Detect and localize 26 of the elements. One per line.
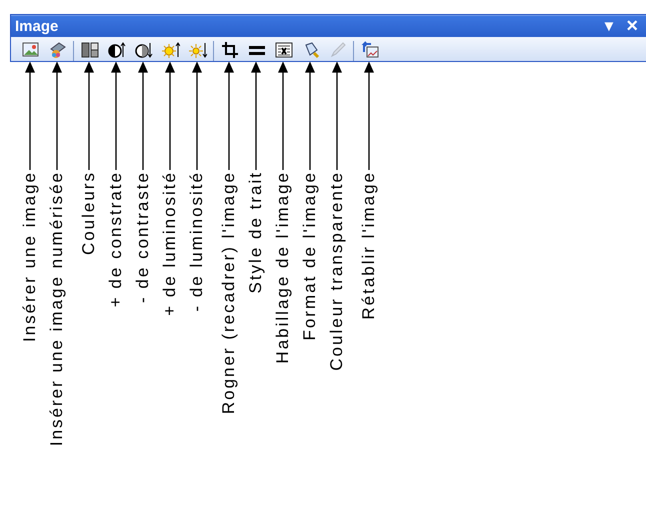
tool-caption: Style de trait: [246, 171, 264, 294]
tool-caption: Rogner (recadrer) l'image: [220, 171, 238, 414]
tool-caption: Insérer une image numérisée: [48, 171, 66, 446]
tool-caption: - de contraste: [134, 171, 152, 303]
color-squares-icon: [80, 41, 98, 59]
brightness-up-icon: [162, 41, 180, 59]
contrast-down-icon: [134, 41, 152, 59]
brightness-down-icon: [188, 41, 206, 59]
tool-caption: + de luminosité: [160, 171, 178, 316]
reset-picture-icon: [360, 41, 378, 59]
tool-caption: Couleurs: [80, 171, 98, 256]
tool-caption: Format de l'image: [300, 171, 318, 341]
tool-caption: Habillage de l'image: [274, 171, 292, 364]
close-button[interactable]: ×: [626, 15, 638, 38]
tool-caption: Rétablir l'image: [360, 171, 378, 320]
picture-icon: [22, 41, 40, 59]
tool-caption: Couleur transparente: [328, 171, 346, 371]
tool-caption: Insérer une image: [20, 171, 38, 342]
text-wrap-icon: [274, 41, 292, 59]
crop-icon: [220, 41, 238, 59]
toolbar-title: Image: [15, 18, 60, 35]
contrast-up-icon: [108, 41, 126, 59]
dropdown-button[interactable]: ▼: [601, 18, 616, 35]
pen-icon: [328, 41, 346, 59]
tool-caption: - de luminosité: [188, 171, 206, 312]
tool-caption: + de constrate: [106, 171, 124, 308]
